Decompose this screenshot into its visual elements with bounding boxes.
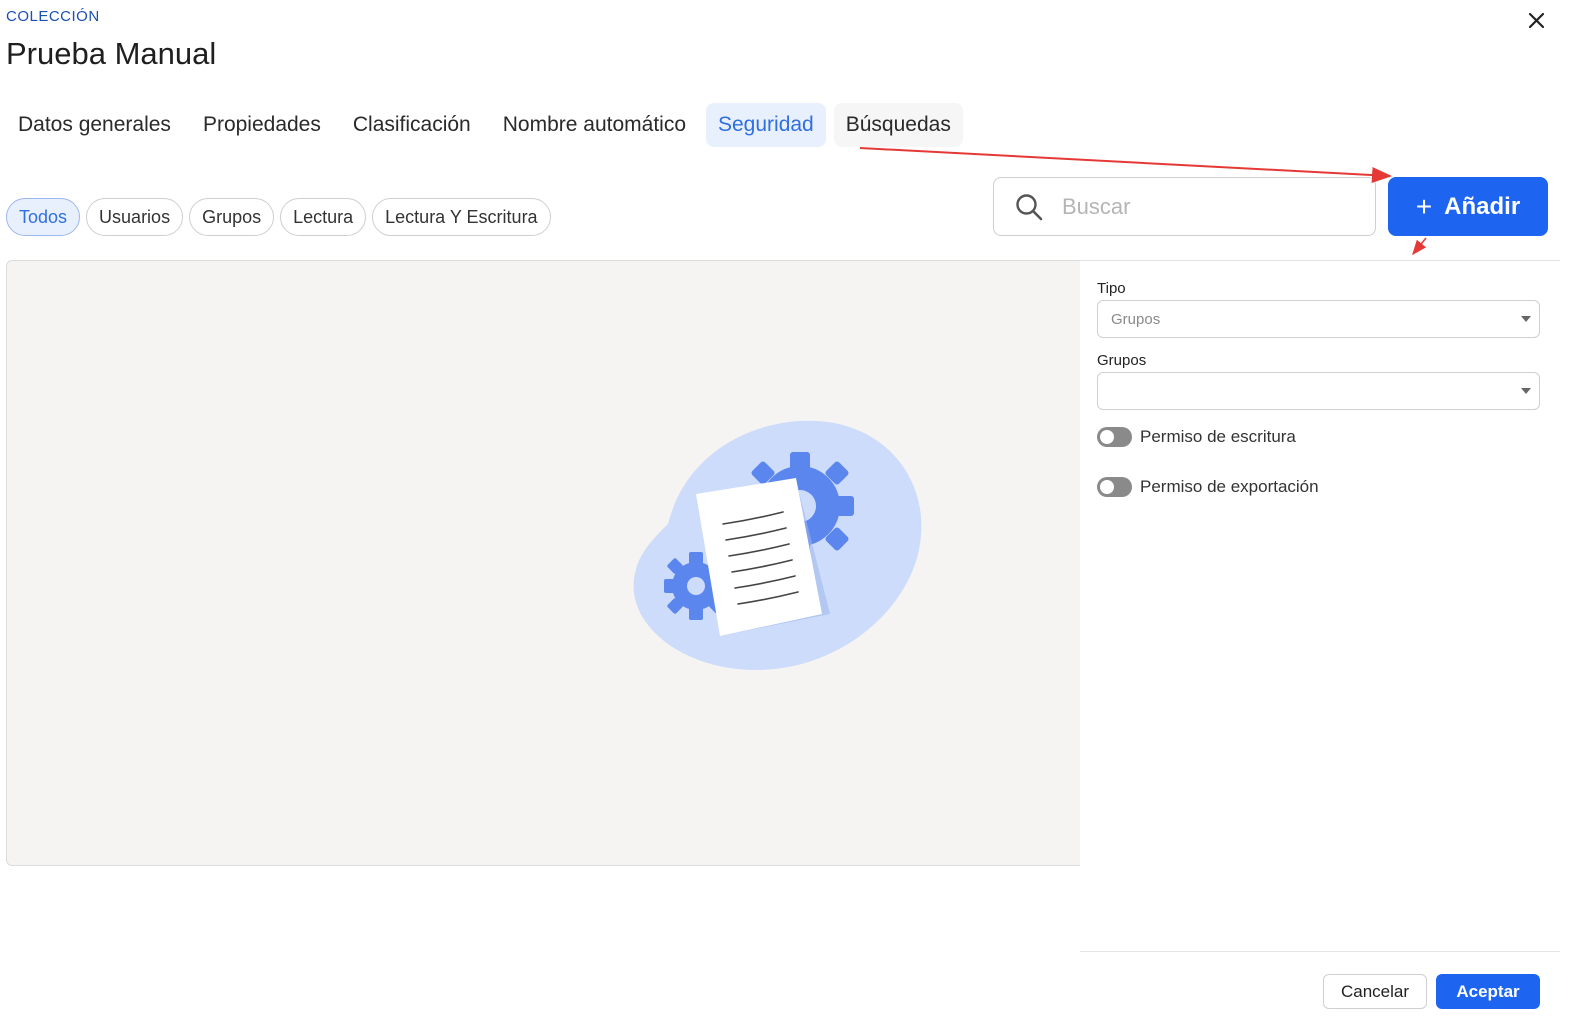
dialog-title: Prueba Manual bbox=[6, 36, 217, 71]
collection-eyebrow: COLECCIÓN bbox=[6, 8, 100, 25]
chevron-down-icon bbox=[1521, 388, 1531, 394]
grupos-select[interactable] bbox=[1097, 372, 1540, 410]
close-button[interactable] bbox=[1522, 6, 1550, 34]
plus-icon: + bbox=[1415, 190, 1433, 222]
tab-seguridad[interactable]: Seguridad bbox=[706, 103, 826, 147]
filter-chip-lectura[interactable]: Lectura bbox=[280, 198, 367, 236]
add-button-label: Añadir bbox=[1444, 192, 1521, 220]
annotation-arrow-to-add bbox=[859, 147, 1392, 184]
footer-divider bbox=[1080, 951, 1560, 952]
tab-bar: Datos generales Propiedades Clasificació… bbox=[6, 102, 971, 148]
export-permission-row: Permiso de exportación bbox=[1097, 477, 1319, 497]
add-permission-panel: Tipo Grupos Grupos Permiso de escritura … bbox=[1080, 260, 1560, 952]
annotation-arrow-to-panel bbox=[1412, 237, 1427, 256]
grupos-label: Grupos bbox=[1097, 352, 1147, 369]
accept-button[interactable]: Aceptar bbox=[1436, 974, 1540, 1009]
add-button[interactable]: + Añadir bbox=[1388, 177, 1548, 236]
filter-chips: Todos Usuarios Grupos Lectura Lectura Y … bbox=[6, 198, 557, 236]
write-permission-toggle[interactable] bbox=[1097, 427, 1132, 447]
filter-chip-grupos[interactable]: Grupos bbox=[189, 198, 275, 236]
tab-nombre-automatico[interactable]: Nombre automático bbox=[491, 103, 698, 147]
tipo-select-value: Grupos bbox=[1111, 310, 1161, 328]
cancel-button[interactable]: Cancelar bbox=[1323, 974, 1427, 1009]
search-input[interactable] bbox=[1062, 193, 1342, 220]
tab-busquedas[interactable]: Búsquedas bbox=[833, 103, 963, 147]
export-permission-label: Permiso de exportación bbox=[1140, 477, 1319, 496]
close-icon bbox=[1528, 12, 1545, 29]
tab-propiedades[interactable]: Propiedades bbox=[191, 103, 333, 147]
tab-clasificacion[interactable]: Clasificación bbox=[341, 103, 483, 147]
filter-chip-lectura-escritura[interactable]: Lectura Y Escritura bbox=[372, 198, 551, 236]
write-permission-label: Permiso de escritura bbox=[1140, 427, 1296, 446]
tab-datos-generales[interactable]: Datos generales bbox=[6, 103, 183, 147]
document-gears-illustration bbox=[633, 420, 922, 671]
chevron-down-icon bbox=[1521, 316, 1531, 322]
filter-chip-usuarios[interactable]: Usuarios bbox=[86, 198, 184, 236]
tipo-select[interactable]: Grupos bbox=[1097, 300, 1540, 338]
tipo-label: Tipo bbox=[1097, 280, 1126, 297]
export-permission-toggle[interactable] bbox=[1097, 477, 1132, 497]
search-icon bbox=[1016, 193, 1043, 220]
filter-chip-todos[interactable]: Todos bbox=[6, 198, 81, 236]
write-permission-row: Permiso de escritura bbox=[1097, 427, 1296, 447]
search-box[interactable] bbox=[993, 177, 1376, 236]
